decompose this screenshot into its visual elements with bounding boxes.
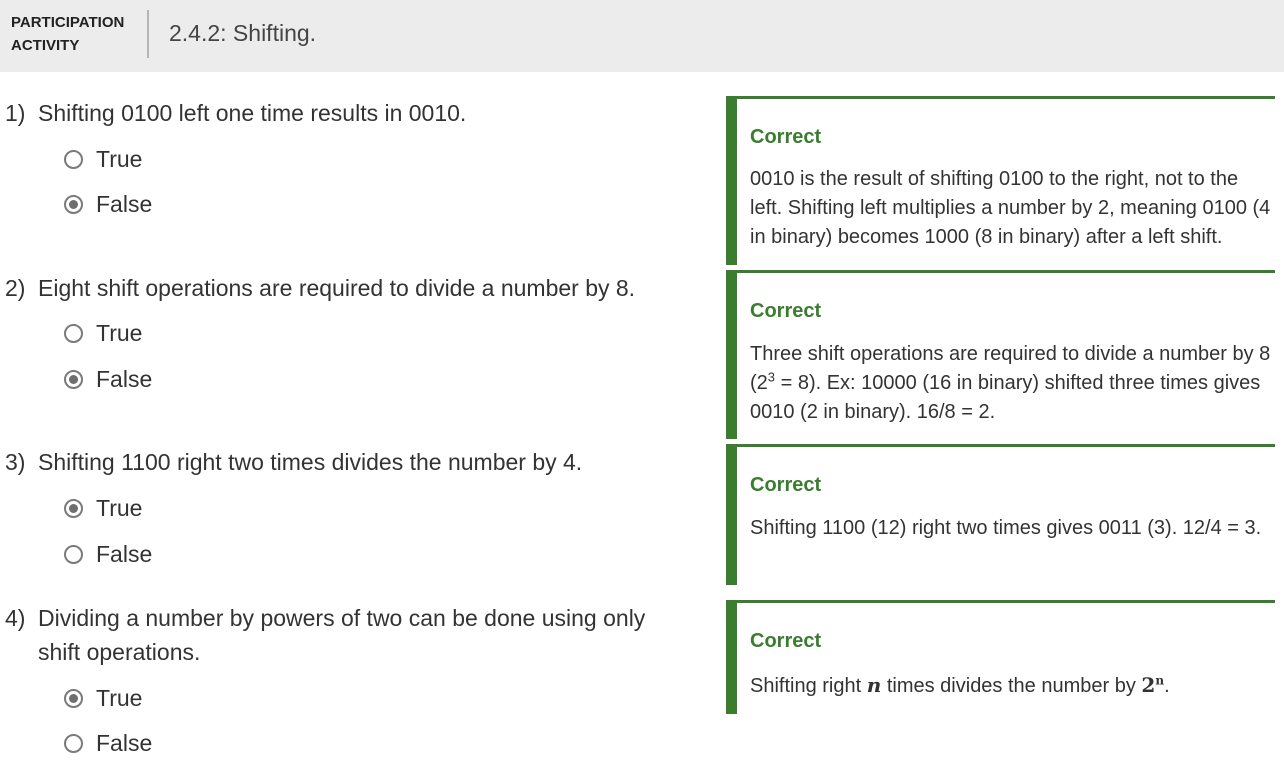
header-divider (147, 10, 149, 58)
feedback-status: Correct (750, 474, 822, 496)
feedback-explanation: Three shift operations are required to d… (750, 340, 1272, 427)
question-number: 2) (5, 275, 26, 301)
option-label: True (96, 494, 143, 521)
activity-header: PARTICIPATION ACTIVITY 2.4.2: Shifting. (0, 0, 1284, 72)
feedback-status: Correct (750, 300, 822, 322)
radio-button[interactable] (64, 149, 83, 169)
option-false[interactable]: False (64, 728, 152, 758)
explanation-text: times divides the number by (881, 675, 1142, 697)
option-false[interactable]: False (64, 189, 152, 219)
feedback-box-3: Correct Shifting 1100 (12) right two tim… (726, 444, 1275, 585)
question-number: 1) (5, 100, 26, 126)
feedback-explanation: Shifting 1100 (12) right two times gives… (750, 517, 1262, 539)
option-label: False (96, 190, 153, 217)
feedback-box-2: Correct Three shift operations are requi… (726, 270, 1275, 439)
feedback-status: Correct (750, 126, 822, 148)
radio-button[interactable] (64, 733, 83, 753)
option-true[interactable]: True (64, 144, 142, 174)
question-text: Shifting 0100 left one time results in 0… (38, 100, 467, 126)
explanation-text: = 8). Ex: 10000 (16 in binary) shifted t… (750, 372, 1261, 423)
option-false[interactable]: False (64, 364, 152, 394)
question-number: 3) (5, 449, 26, 475)
math-power: 2n (1141, 673, 1164, 697)
math-base: 2 (1141, 673, 1156, 697)
option-label: True (96, 684, 143, 711)
explanation-text: . (1164, 675, 1170, 697)
feedback-box-1: Correct 0010 is the result of shifting 0… (726, 96, 1275, 265)
option-true[interactable]: True (64, 318, 142, 348)
question-number: 4) (5, 605, 26, 631)
feedback-status: Correct (750, 630, 822, 652)
option-label: False (96, 540, 153, 567)
activity-type-label: PARTICIPATION ACTIVITY (11, 14, 125, 54)
option-label: False (96, 365, 153, 392)
option-label: True (96, 145, 143, 172)
exponent: 3 (767, 369, 776, 385)
radio-button-selected[interactable] (64, 369, 83, 389)
radio-button-selected[interactable] (64, 498, 83, 518)
explanation-text: Shifting right (750, 675, 867, 697)
question-text: Eight shift operations are required to d… (38, 275, 636, 301)
question-text: Dividing a number by powers of two can b… (38, 605, 646, 665)
radio-button-selected[interactable] (64, 194, 83, 214)
option-label: False (96, 729, 153, 756)
radio-button[interactable] (64, 323, 83, 343)
feedback-explanation: 0010 is the result of shifting 0100 to t… (750, 168, 1271, 248)
activity-title: 2.4.2: Shifting. (169, 20, 317, 46)
feedback-box-4: Correct Shifting right n times divides t… (726, 600, 1275, 714)
option-label: True (96, 319, 143, 346)
math-variable: n (866, 673, 882, 697)
math-exponent: n (1155, 673, 1165, 688)
option-true[interactable]: True (64, 493, 142, 523)
option-false[interactable]: False (64, 539, 152, 569)
radio-button[interactable] (64, 544, 83, 564)
feedback-explanation: Shifting right n times divides the numbe… (750, 671, 1272, 701)
question-text: Shifting 1100 right two times divides th… (38, 449, 583, 475)
radio-button-selected[interactable] (64, 688, 83, 708)
option-true[interactable]: True (64, 683, 142, 713)
